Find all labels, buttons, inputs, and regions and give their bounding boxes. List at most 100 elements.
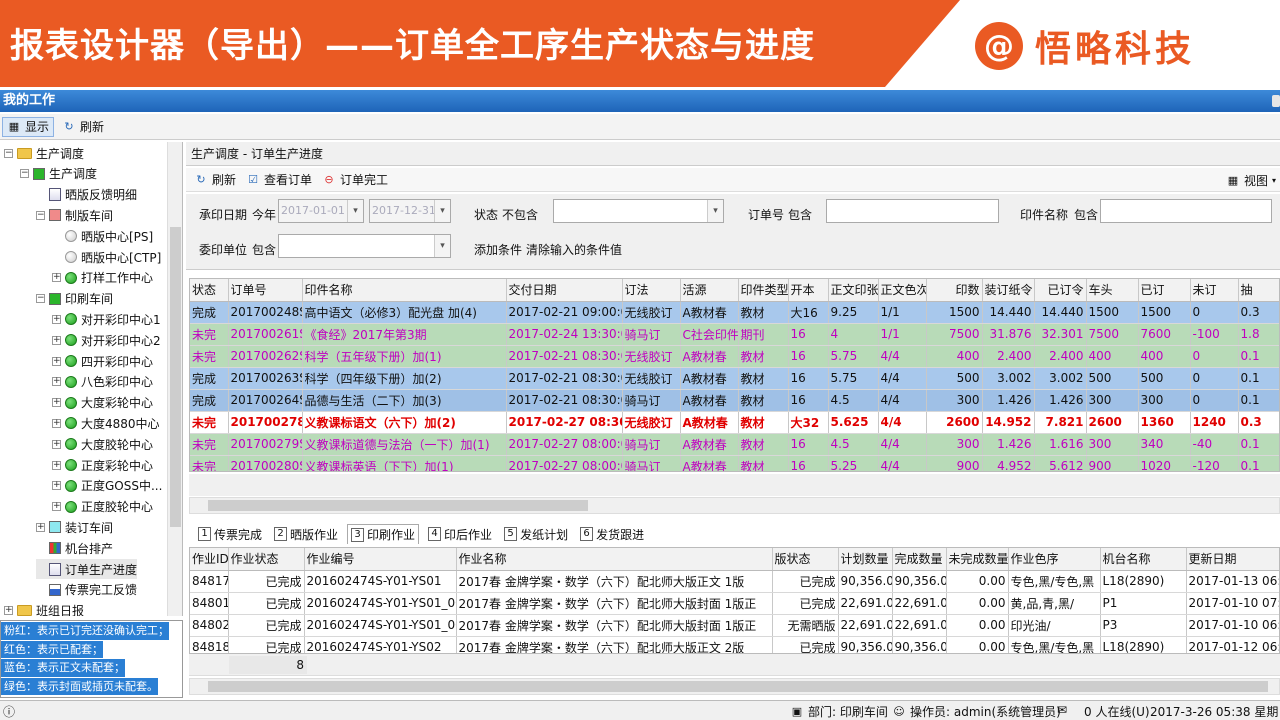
tree-item[interactable]: + 对开彩印中心1 xyxy=(52,309,161,329)
tree-item[interactable]: + 大度胶轮中心 xyxy=(52,434,153,454)
tree-item[interactable]: 晒版中心[PS] xyxy=(52,226,153,246)
tree-expand-icon[interactable]: + xyxy=(52,502,61,512)
column-header[interactable]: 印件名称 xyxy=(302,279,507,302)
order-grid-hscrollbar[interactable] xyxy=(189,497,1280,514)
window-scroll-knob[interactable] xyxy=(1272,95,1280,107)
tree-item[interactable]: − 制版车间 xyxy=(36,205,113,225)
column-header[interactable]: 已订令 xyxy=(1034,279,1087,302)
tree-expand-icon[interactable]: − xyxy=(4,148,13,158)
column-header[interactable]: 未订 xyxy=(1190,279,1239,302)
tree-item[interactable]: 晒版中心[CTP] xyxy=(52,247,161,267)
tree-item[interactable]: 机台排产 xyxy=(36,538,113,558)
tree-item[interactable]: + 四开彩印中心 xyxy=(52,351,153,371)
table-row[interactable]: 未完 201700279S 义教课标道德与法治（一下）加(1) 2017-02-27 … xyxy=(190,433,1279,456)
client-select[interactable]: ▾ xyxy=(278,234,451,258)
table-row[interactable]: 84818 已完成 201602474S-Y01-YS02 2017春 金牌学案・数学… xyxy=(190,636,1279,653)
column-header[interactable]: 印数 xyxy=(926,279,983,302)
table-row[interactable]: 完成 201700264S 品德与生活（二下）加(3) 2017-02-21 08:3… xyxy=(190,389,1279,412)
column-header[interactable]: 版状态 xyxy=(772,548,839,571)
tree-scrollbar[interactable] xyxy=(167,142,182,616)
tree-expand-icon[interactable]: + xyxy=(4,606,13,616)
column-header[interactable]: 活源 xyxy=(680,279,739,302)
tree-item[interactable]: − 印刷车间 xyxy=(36,289,113,309)
tree-item[interactable]: + 大度4880中心 xyxy=(52,413,160,433)
online-count[interactable]: 0 人在线(U) xyxy=(1084,703,1150,720)
tree-item[interactable]: 订单生产进度 xyxy=(36,559,138,579)
column-header[interactable]: 机台名称 xyxy=(1100,548,1187,571)
table-row[interactable]: 84817 已完成 201602474S-Y01-YS01 2017春 金牌学案・数学… xyxy=(190,570,1279,593)
column-header[interactable]: 状态 xyxy=(190,279,229,302)
column-header[interactable]: 完成数量 xyxy=(892,548,947,571)
column-header[interactable]: 作业状态 xyxy=(228,548,305,571)
column-header[interactable]: 更新日期 xyxy=(1186,548,1279,571)
tree-expand-icon[interactable]: + xyxy=(52,335,61,345)
add-condition-link[interactable]: 添加条件 xyxy=(474,241,522,258)
finish-order-button[interactable]: ⊖ 订单完工 xyxy=(318,170,392,190)
table-row[interactable]: 未完 201700280S 义教课标英语（下下）加(1) 2017-02-27 08:… xyxy=(190,455,1279,471)
tab-2[interactable]: 2 晒版作业 xyxy=(271,524,341,544)
tab-1[interactable]: 1 传票完成 xyxy=(195,524,265,544)
tree-expand-icon[interactable]: + xyxy=(52,481,61,491)
tree-expand-icon[interactable]: − xyxy=(36,294,45,304)
tab-4[interactable]: 4 印后作业 xyxy=(425,524,495,544)
view-menu-button[interactable]: ▦ 视图 ▾ xyxy=(1222,170,1280,190)
tree-expand-icon[interactable]: + xyxy=(52,356,61,366)
column-header[interactable]: 订法 xyxy=(622,279,681,302)
tree-item[interactable]: + 对开彩印中心2 xyxy=(52,330,161,350)
column-header[interactable]: 未完成数量 xyxy=(946,548,1009,571)
column-header[interactable]: 车头 xyxy=(1086,279,1139,302)
tree-item[interactable]: + 班组日报 xyxy=(4,601,84,616)
view-order-button[interactable]: ☑ 查看订单 xyxy=(242,170,316,190)
tree-expand-icon[interactable]: + xyxy=(52,314,61,324)
column-header[interactable]: 正文印张 xyxy=(828,279,879,302)
tree-expand-icon[interactable]: + xyxy=(52,273,61,283)
job-grid-hscrollbar[interactable] xyxy=(189,678,1280,695)
column-header[interactable]: 作业ID xyxy=(190,548,229,571)
tree-item[interactable]: 传票完工反馈 xyxy=(36,580,137,600)
job-grid-scroll-thumb[interactable] xyxy=(208,681,1268,692)
table-row[interactable]: 84802 已完成 201602474S-Y01-YS01_002 2017春 金牌学… xyxy=(190,614,1279,637)
tree-scroll-thumb[interactable] xyxy=(170,227,181,527)
chevron-down-icon[interactable]: ▾ xyxy=(434,200,450,222)
column-header[interactable]: 作业色序 xyxy=(1008,548,1101,571)
chevron-down-icon[interactable]: ▾ xyxy=(707,200,723,222)
column-header[interactable]: 计划数量 xyxy=(838,548,893,571)
table-row[interactable]: 未完 201700261S 《食经》2017年第3期 2017-02-24 13:30… xyxy=(190,323,1279,346)
tab-6[interactable]: 6 发货跟进 xyxy=(577,524,647,544)
tree-expand-icon[interactable]: + xyxy=(52,439,61,449)
table-row[interactable]: 84801 已完成 201602474S-Y01-YS01_001 2017春 金牌学… xyxy=(190,592,1279,615)
date-from-field[interactable]: 2017-01-01 ▾ xyxy=(278,199,364,223)
tree-item[interactable]: + 正度GOSS中... xyxy=(52,476,162,496)
tree-expand-icon[interactable]: − xyxy=(36,210,45,220)
table-row[interactable]: 完成 201700263S 科学（四年级下册）加(2) 2017-02-21 08:3… xyxy=(190,367,1279,390)
mail-icon[interactable]: ✉ xyxy=(1057,703,1067,717)
column-header[interactable]: 装订纸令 xyxy=(982,279,1035,302)
tree-item[interactable]: + 打样工作中心 xyxy=(52,268,153,288)
print-name-input[interactable] xyxy=(1100,199,1272,223)
tree-item[interactable]: + 装订车间 xyxy=(36,517,113,537)
date-to-field[interactable]: 2017-12-31 ▾ xyxy=(369,199,451,223)
column-header[interactable]: 已订 xyxy=(1138,279,1191,302)
column-header[interactable]: 印件类型 xyxy=(738,279,789,302)
table-row[interactable]: 未完201700278S义教课标语文（六下）加(2)2017-02-27 08:… xyxy=(190,411,1279,434)
tab-5[interactable]: 5 发纸计划 xyxy=(501,524,571,544)
tree-expand-icon[interactable]: + xyxy=(52,460,61,470)
status-select[interactable]: ▾ xyxy=(553,199,724,223)
order-grid-scroll-thumb[interactable] xyxy=(208,500,588,511)
column-header[interactable]: 交付日期 xyxy=(506,279,623,302)
tree-item[interactable]: + 大度彩轮中心 xyxy=(52,393,153,413)
clear-condition-link[interactable]: 清除输入的条件值 xyxy=(526,241,622,258)
tree-item[interactable]: 晒版反馈明细 xyxy=(36,185,137,205)
tree-expand-icon[interactable]: + xyxy=(36,522,45,532)
column-header[interactable]: 作业名称 xyxy=(456,548,773,571)
main-refresh-button[interactable]: ↻ 刷新 xyxy=(58,117,108,137)
column-header[interactable]: 正文色次 xyxy=(878,279,927,302)
tree-item[interactable]: + 正度胶轮中心 xyxy=(52,497,153,517)
tree-item[interactable]: + 正度彩轮中心 xyxy=(52,455,153,475)
column-header[interactable]: 订单号 xyxy=(228,279,303,302)
panel-refresh-button[interactable]: ↻ 刷新 xyxy=(190,170,240,190)
show-button[interactable]: ▦ 显示 xyxy=(2,116,55,137)
tree-item[interactable]: + 八色彩印中心 xyxy=(52,372,153,392)
tree-expand-icon[interactable]: + xyxy=(52,418,61,428)
column-header[interactable]: 抽 xyxy=(1238,279,1279,302)
